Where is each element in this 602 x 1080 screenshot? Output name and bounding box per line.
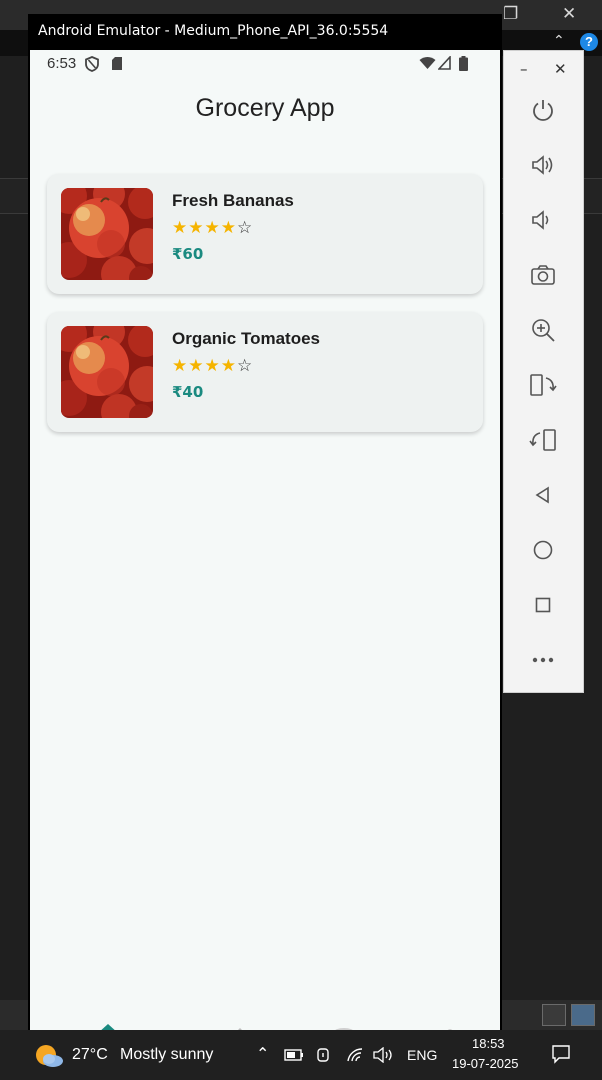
back-icon [535,486,549,504]
phone-screen: 6:53 Grocery App Fresh Bananas ★★★★☆ ₹60… [30,50,500,1030]
zoom-button[interactable] [526,313,560,347]
battery-charging-icon[interactable] [284,1048,304,1062]
app-title: Grocery App [195,94,335,122]
weather-temperature[interactable]: 27°C [72,1046,108,1064]
clock-time[interactable]: 18:53 [472,1036,505,1051]
screenshot-button[interactable] [526,258,560,292]
restore-window-icon[interactable]: ❐ [503,4,518,24]
weather-icon[interactable] [34,1043,64,1069]
home-icon [533,540,553,560]
rotate-left-button[interactable] [526,368,560,402]
home-button[interactable] [526,533,560,567]
camera-icon [531,265,555,285]
volume-down-icon [532,210,549,230]
chevron-up-icon[interactable]: ⌃ [553,33,565,49]
taskbar: 27°C Mostly sunny ⌃ ENG 18:53 19-07-2025 [0,1030,602,1080]
shield-icon [85,56,99,72]
power-button[interactable] [526,93,560,127]
more-button[interactable] [526,643,560,677]
speaker-icon[interactable] [372,1047,394,1063]
image-view-icon[interactable] [571,1004,595,1026]
star-outline-icon: ☆ [237,356,254,376]
star-filled-icon: ★ [188,218,205,238]
power-icon [533,100,553,121]
rotate-right-button[interactable] [526,423,560,457]
rating-stars: ★★★★☆ [172,218,253,238]
emulator-title: Android Emulator - Medium_Phone_API_36.0… [38,23,389,39]
battery-icon [459,56,468,71]
clock-date[interactable]: 19-07-2025 [452,1056,519,1071]
wifi-icon[interactable] [346,1047,364,1063]
volume-down-button[interactable] [526,203,560,237]
status-time: 6:53 [47,55,77,72]
chevron-up-icon[interactable]: ⌃ [256,1044,269,1063]
volume-up-icon [532,155,553,175]
star-filled-icon: ★ [172,218,189,238]
product-name: Fresh Bananas [172,191,294,210]
help-icon[interactable]: ? [580,33,598,51]
star-filled-icon: ★ [172,356,189,376]
close-window-icon[interactable]: ✕ [562,4,576,24]
product-price: ₹60 [172,245,204,263]
zoom-icon [532,319,555,342]
product-image [61,188,153,280]
weather-condition[interactable]: Mostly sunny [120,1046,213,1064]
sd-card-icon [112,57,122,70]
product-name: Organic Tomatoes [172,329,320,348]
emulator-toolbar: – ✕ [503,50,584,693]
rotate-right-icon [529,429,556,451]
close-icon[interactable]: ✕ [554,60,567,78]
product-card[interactable]: Organic Tomatoes ★★★★☆ ₹40 [47,312,483,432]
minimize-icon[interactable]: – [520,60,528,78]
rating-stars: ★★★★☆ [172,356,253,376]
star-filled-icon: ★ [204,218,221,238]
back-button[interactable] [526,478,560,512]
star-filled-icon: ★ [188,356,205,376]
overview-button[interactable] [526,588,560,622]
wifi-icon [419,57,436,69]
product-price: ₹40 [172,383,204,401]
status-bar: 6:53 [30,50,500,78]
star-filled-icon: ★ [204,356,221,376]
language-indicator[interactable]: ENG [407,1047,437,1063]
star-filled-icon: ★ [220,356,237,376]
overview-icon [535,597,551,613]
more-icon [532,657,554,663]
meet-now-icon[interactable] [316,1046,332,1064]
list-view-icon[interactable] [542,1004,566,1026]
volume-up-button[interactable] [526,148,560,182]
bottom-navigation [30,1020,500,1030]
product-image [61,326,153,418]
signal-icon [438,56,451,70]
rotate-left-icon [530,374,557,396]
notifications-icon[interactable] [551,1044,571,1064]
product-card[interactable]: Fresh Bananas ★★★★☆ ₹60 [47,174,483,294]
star-outline-icon: ☆ [237,218,254,238]
emulator-window: Android Emulator - Medium_Phone_API_36.0… [28,14,502,1030]
star-filled-icon: ★ [220,218,237,238]
